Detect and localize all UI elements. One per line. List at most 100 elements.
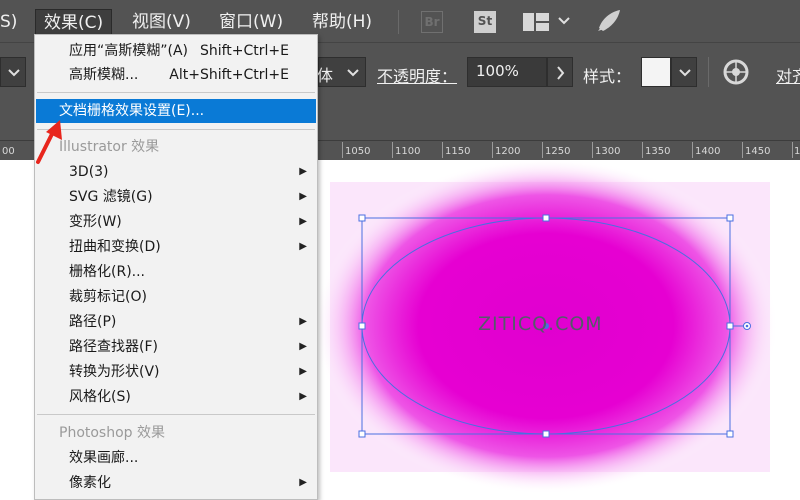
menu-effect[interactable]: 效果(C) (35, 9, 113, 35)
menu-item-gaussian-blur[interactable]: 高斯模糊... Alt+Shift+Ctrl+E (35, 63, 317, 87)
menu-item-stylize[interactable]: 风格化(S) ▶ (35, 385, 317, 409)
ruler-tick (392, 142, 393, 158)
menu-window[interactable]: 窗口(W) (219, 9, 283, 35)
menu-item-label: 路径(P) (69, 314, 117, 330)
menu-item-shortcut: Alt+Shift+Ctrl+E (169, 67, 289, 83)
ruler-tick-label: 1100 (395, 146, 421, 157)
style-swatch[interactable] (641, 57, 671, 87)
submenu-arrow-icon: ▶ (299, 241, 307, 252)
menu-item-pathfinder[interactable]: 路径查找器(F) ▶ (35, 335, 317, 359)
menu-separator (37, 414, 315, 415)
chevron-down-icon (8, 69, 20, 77)
watermark-text: ZITICQ.COM (478, 313, 603, 335)
menu-separator (37, 92, 315, 93)
selection-handle[interactable] (358, 430, 366, 438)
menu-item-document-raster-settings[interactable]: 文档栅格效果设置(E)... (36, 99, 316, 123)
menu-separator (398, 10, 399, 34)
align-label[interactable]: 对齐 (776, 63, 800, 87)
menu-item-apply-gaussian-blur[interactable]: 应用“高斯模糊”(A) Shift+Ctrl+E (35, 39, 317, 63)
menu-item-effect-gallery[interactable]: 效果画廊... (35, 446, 317, 470)
submenu-arrow-icon: ▶ (299, 341, 307, 352)
left-dropdown[interactable] (0, 57, 26, 87)
menu-item-label: 3D(3) (69, 164, 109, 180)
ruler-tick (442, 142, 443, 158)
submenu-arrow-icon: ▶ (299, 216, 307, 227)
recolor-wheel-icon[interactable] (723, 59, 749, 85)
selection-handle[interactable] (726, 214, 734, 222)
opacity-input[interactable]: 100% (467, 57, 547, 87)
menu-item-pixelate[interactable]: 像素化 ▶ (35, 471, 317, 495)
ruler-tick-label: 1250 (545, 146, 571, 157)
control-separator (708, 57, 709, 87)
menu-view[interactable]: 视图(V) (132, 9, 191, 35)
style-label: 样式： (583, 67, 632, 86)
menu-item-3d[interactable]: 3D(3) ▶ (35, 160, 317, 184)
chevron-down-icon[interactable] (558, 16, 570, 26)
rocket-icon[interactable] (596, 9, 622, 33)
menu-section-label: Illustrator 效果 (59, 139, 160, 155)
menu-item-distort-transform[interactable]: 扭曲和变换(D) ▶ (35, 235, 317, 259)
bridge-button[interactable]: Br (421, 11, 443, 33)
selection-handle[interactable] (542, 430, 550, 438)
submenu-arrow-icon: ▶ (299, 316, 307, 327)
shape-widget-dot (745, 324, 749, 328)
ruler-tick-label: 1 (794, 146, 800, 157)
menu-item-label: 路径查找器(F) (69, 339, 158, 355)
ruler-tick (692, 142, 693, 158)
menu-section-label: Photoshop 效果 (59, 425, 166, 441)
submenu-arrow-icon: ▶ (299, 366, 307, 377)
selection-handle[interactable] (726, 322, 734, 330)
menu-help[interactable]: 帮助(H) (312, 9, 372, 35)
selection-handle[interactable] (358, 322, 366, 330)
font-style-value: 体 (317, 66, 334, 85)
menu-item-label: SVG 滤镜(G) (69, 189, 153, 205)
menu-item-crop-marks[interactable]: 裁剪标记(O) (35, 285, 317, 309)
ruler-tick (592, 142, 593, 158)
menu-item-label: 变形(W) (69, 214, 122, 230)
ruler-tick (742, 142, 743, 158)
submenu-arrow-icon: ▶ (299, 477, 307, 488)
menu-item-label: 扭曲和变换(D) (69, 239, 161, 255)
menu-section-illustrator-effects: Illustrator 效果 (35, 135, 317, 159)
menu-item-svg-filters[interactable]: SVG 滤镜(G) ▶ (35, 185, 317, 209)
menu-section-photoshop-effects: Photoshop 效果 (35, 421, 317, 445)
ruler-tick-label: 1200 (495, 146, 521, 157)
opacity-expand-button[interactable] (547, 57, 573, 87)
ruler-tick (642, 142, 643, 158)
ruler-tick (492, 142, 493, 158)
ruler-tick-label: 1450 (745, 146, 771, 157)
menu-item-label: 栅格化(R)... (69, 264, 146, 280)
selection-handle[interactable] (726, 430, 734, 438)
ruler-tick-label: 1350 (645, 146, 671, 157)
menu-item-label: 风格化(S) (69, 389, 131, 405)
submenu-arrow-icon: ▶ (299, 166, 307, 177)
chevron-down-icon (347, 69, 359, 77)
ruler-tick-label: 1150 (445, 146, 471, 157)
menu-item-rasterize[interactable]: 栅格化(R)... (35, 260, 317, 284)
selection-handle[interactable] (358, 214, 366, 222)
menu-item-label: 文档栅格效果设置(E)... (59, 103, 205, 119)
menu-item-label: 像素化 (69, 475, 111, 491)
workspace-layout-icon[interactable] (523, 13, 549, 31)
menu-item-label: 效果画廊... (69, 450, 139, 466)
menu-item-path[interactable]: 路径(P) ▶ (35, 310, 317, 334)
menu-select[interactable]: S) (0, 9, 17, 35)
style-dropdown[interactable] (671, 57, 697, 87)
menu-item-shortcut: Shift+Ctrl+E (199, 43, 289, 59)
red-arrow-icon (36, 120, 62, 164)
opacity-label[interactable]: 不透明度： (377, 63, 457, 87)
submenu-arrow-icon: ▶ (299, 391, 307, 402)
menu-item-label: 转换为形状(V) (69, 364, 160, 380)
selection-handle[interactable] (542, 214, 550, 222)
menu-separator (37, 129, 315, 130)
stock-button[interactable]: St (474, 11, 496, 33)
ruler-tick-label: 1050 (345, 146, 371, 157)
menu-item-label: 高斯模糊... (69, 67, 139, 83)
submenu-arrow-icon: ▶ (299, 191, 307, 202)
ruler-tick-label: 1300 (595, 146, 621, 157)
ruler-tick (792, 142, 793, 158)
menu-item-warp[interactable]: 变形(W) ▶ (35, 210, 317, 234)
font-style-dropdown[interactable]: 体 (317, 57, 366, 87)
menu-item-label: 应用“高斯模糊”(A) (69, 43, 189, 59)
menu-item-convert-to-shape[interactable]: 转换为形状(V) ▶ (35, 360, 317, 384)
